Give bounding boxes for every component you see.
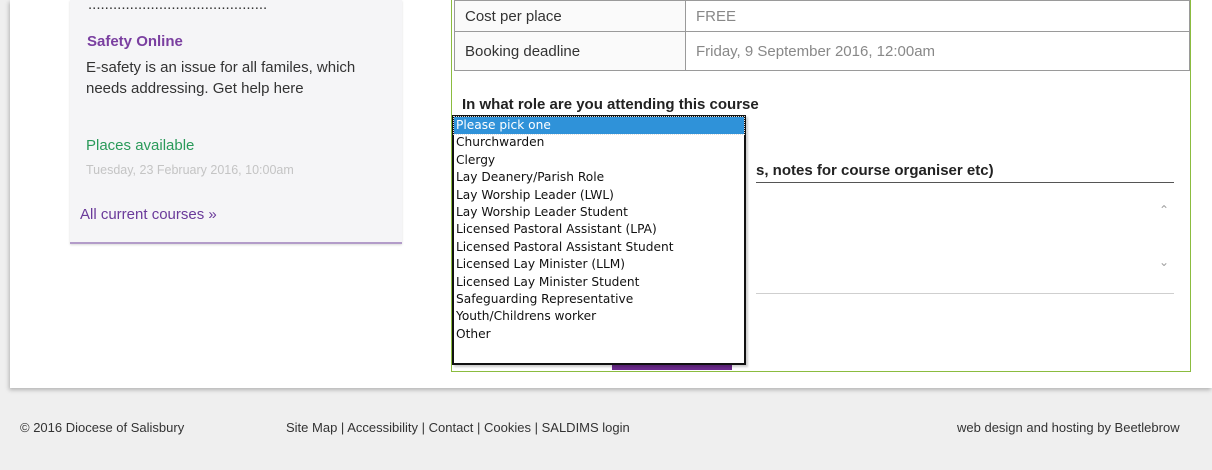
footer-link-site-map[interactable]: Site Map [286,420,337,435]
role-option[interactable]: Lay Deanery/Parish Role [454,169,744,186]
role-option[interactable]: Clergy [454,152,744,169]
role-option[interactable]: Licensed Lay Minister Student [454,274,744,291]
course-card: ........................................… [70,0,402,244]
footer-separator: | [337,420,348,435]
footer-separator: | [531,420,542,435]
course-description: E-safety is an issue for all familes, wh… [86,59,356,97]
footer-separator: | [418,420,429,435]
all-courses-link[interactable]: All current courses » [80,206,217,223]
course-availability: Places available [86,137,195,154]
footer-links: Site Map | Accessibility | Contact | Coo… [286,420,630,435]
footer: © 2016 Diocese of Salisbury Site Map | A… [0,410,1212,440]
notes-label: s, notes for course organiser etc) [756,162,994,179]
deadline-value: Friday, 9 September 2016, 12:00am [685,31,1190,71]
role-question-label: In what role are you attending this cour… [462,96,759,113]
role-option[interactable]: Licensed Pastoral Assistant (LPA) [454,221,744,238]
course-date: Tuesday, 23 February 2016, 10:00am [86,163,294,177]
footer-link-accessibility[interactable]: Accessibility [347,420,418,435]
footer-link-contact[interactable]: Contact [429,420,474,435]
course-title[interactable]: Safety Online [87,33,183,50]
course-info-table: Cost per place FREE Booking deadline Fri… [454,0,1190,71]
footer-copyright: © 2016 Diocese of Salisbury [20,420,185,435]
role-option[interactable]: Safeguarding Representative [454,291,744,308]
course-card-cut-text: ........................................… [88,0,268,10]
notes-textarea[interactable]: ⌃ ⌄ [756,193,1174,294]
table-row: Cost per place FREE [454,0,1190,32]
role-option[interactable]: Lay Worship Leader Student [454,204,744,221]
role-option[interactable]: Other [454,326,744,343]
role-option[interactable]: Youth/Childrens worker [454,308,744,325]
notes-divider [756,182,1174,183]
cost-label: Cost per place [454,0,686,32]
role-option[interactable]: Churchwarden [454,134,744,151]
deadline-label: Booking deadline [454,31,686,71]
cost-value: FREE [685,0,1190,32]
footer-credit[interactable]: web design and hosting by Beetlebrow [957,420,1180,435]
chevron-down-icon[interactable]: ⌄ [1154,255,1174,269]
role-option[interactable]: Licensed Lay Minister (LLM) [454,256,744,273]
chevron-up-icon[interactable]: ⌃ [1154,203,1174,217]
role-option[interactable]: Licensed Pastoral Assistant Student [454,239,744,256]
role-option[interactable]: Lay Worship Leader (LWL) [454,187,744,204]
role-option[interactable]: Please pick one [453,115,745,136]
footer-link-cookies[interactable]: Cookies [484,420,531,435]
footer-link-saldims-login[interactable]: SALDIMS login [542,420,630,435]
footer-separator: | [473,420,485,435]
table-row: Booking deadline Friday, 9 September 201… [454,31,1190,71]
role-dropdown-list[interactable]: Please pick one Churchwarden Clergy Lay … [452,115,746,365]
